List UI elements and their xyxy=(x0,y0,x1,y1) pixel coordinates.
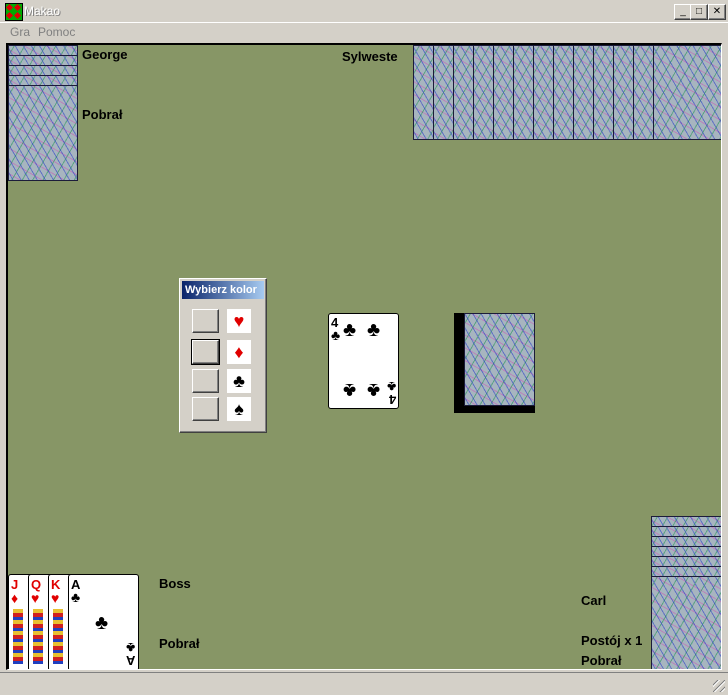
card-back xyxy=(533,45,555,140)
discard-pile-card: 4 ♣ ♣ ♣ ♣ ♣ ♣ 4 xyxy=(328,313,399,409)
dialog-title: Wybierz kolor xyxy=(182,281,264,299)
diamond-icon: ♦ xyxy=(227,340,251,364)
suit-chooser-dialog: Wybierz kolor ♥ ♦ ♣ ♠ xyxy=(179,278,267,433)
card-rank: A xyxy=(125,653,135,668)
card-back xyxy=(593,45,615,140)
player-status-george: Pobrał xyxy=(82,107,123,122)
card-back xyxy=(613,45,635,140)
choose-club-button[interactable] xyxy=(192,369,219,393)
diamond-icon: ♦ xyxy=(11,590,19,606)
card-back xyxy=(573,45,595,140)
window-title: Makao xyxy=(24,4,61,18)
menu-gra[interactable]: Gra xyxy=(10,25,30,39)
resize-grip-icon[interactable] xyxy=(713,680,725,692)
club-icon: ♣ xyxy=(343,319,357,341)
card-back xyxy=(653,45,721,140)
maximize-button[interactable]: □ xyxy=(690,4,708,20)
card-back xyxy=(8,85,78,181)
title-bar: Makao _ □ ✕ xyxy=(0,0,728,23)
hand-card-ace-clubs[interactable]: A ♣ ♣ ♣ A xyxy=(68,574,139,669)
card-back xyxy=(413,45,435,140)
card-back xyxy=(513,45,535,140)
menu-bar: Gra Pomoc xyxy=(0,22,728,42)
choose-heart-button[interactable] xyxy=(192,309,219,333)
player-status-carl-stop: Postój x 1 xyxy=(581,633,643,648)
face-art xyxy=(53,609,63,664)
status-bar xyxy=(0,672,728,695)
card-back xyxy=(493,45,515,140)
card-back xyxy=(553,45,575,140)
club-icon: ♣ xyxy=(95,612,109,634)
player-name-george: George xyxy=(82,47,128,62)
player-name-sylweste: Sylweste xyxy=(342,49,398,64)
club-icon: ♣ xyxy=(367,319,381,341)
close-button[interactable]: ✕ xyxy=(708,4,726,20)
draw-pile[interactable] xyxy=(464,313,535,406)
player-name-carl: Carl xyxy=(581,593,607,608)
player-name-boss: Boss xyxy=(159,576,191,591)
face-art xyxy=(33,609,43,664)
player-status-boss: Pobrał xyxy=(159,636,200,651)
spade-icon: ♠ xyxy=(227,397,251,421)
card-rank: 4 xyxy=(388,392,396,407)
face-art xyxy=(13,609,23,664)
app-icon xyxy=(5,3,23,21)
card-back xyxy=(433,45,455,140)
menu-pomoc[interactable]: Pomoc xyxy=(38,25,75,39)
card-back xyxy=(633,45,655,140)
heart-icon: ♥ xyxy=(51,590,60,606)
club-icon: ♣ xyxy=(367,379,381,401)
game-table: George Pobrał Sylweste 4 ♣ ♣ ♣ ♣ ♣ ♣ 4 W… xyxy=(6,43,722,670)
club-icon: ♣ xyxy=(71,589,81,605)
club-icon: ♣ xyxy=(227,369,251,393)
card-back xyxy=(453,45,475,140)
heart-icon: ♥ xyxy=(31,590,40,606)
player-status-carl: Pobrał xyxy=(581,653,622,668)
heart-icon: ♥ xyxy=(227,309,251,333)
club-icon: ♣ xyxy=(331,327,341,343)
card-back xyxy=(651,576,721,669)
card-back xyxy=(473,45,495,140)
club-icon: ♣ xyxy=(343,379,357,401)
choose-spade-button[interactable] xyxy=(192,397,219,421)
choose-diamond-button[interactable] xyxy=(191,339,220,365)
